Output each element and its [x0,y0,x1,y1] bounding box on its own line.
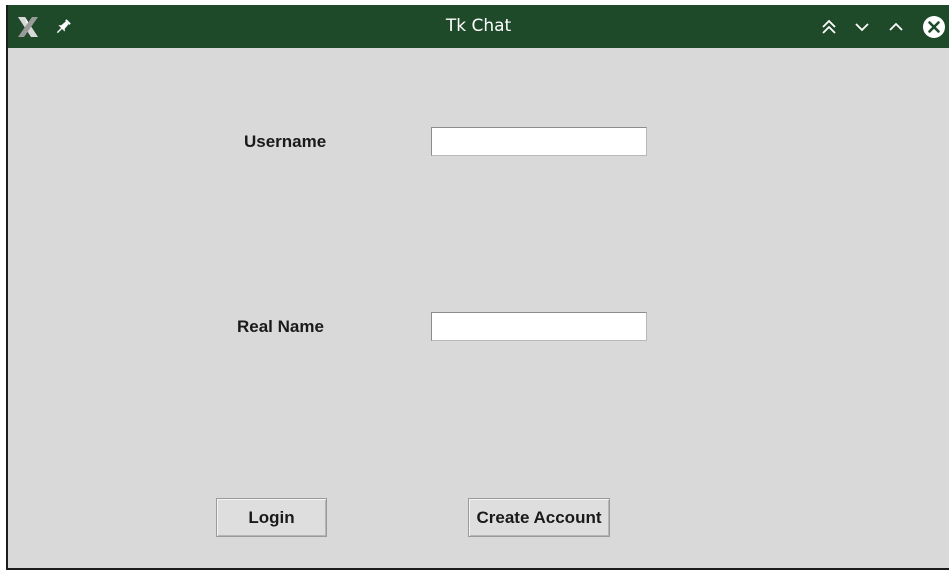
real-name-label: Real Name [237,317,324,336]
username-input[interactable] [431,127,647,156]
window-title: Tk Chat [445,16,512,36]
pin-icon[interactable] [52,5,74,48]
login-form: Username Real Name Login Create Account [8,48,949,568]
login-button[interactable]: Login [216,498,327,537]
app-window: Tk Chat Username Real Name Login Create … [6,5,949,570]
create-account-button[interactable]: Create Account [468,498,610,537]
x-app-icon[interactable] [12,5,44,48]
chevron-up-icon[interactable] [884,5,908,48]
real-name-input[interactable] [431,312,647,341]
double-chevron-up-icon[interactable] [817,5,841,48]
chevron-down-icon[interactable] [850,5,874,48]
title-bar[interactable]: Tk Chat [8,5,949,48]
close-icon[interactable] [920,5,948,48]
username-label: Username [244,132,327,151]
